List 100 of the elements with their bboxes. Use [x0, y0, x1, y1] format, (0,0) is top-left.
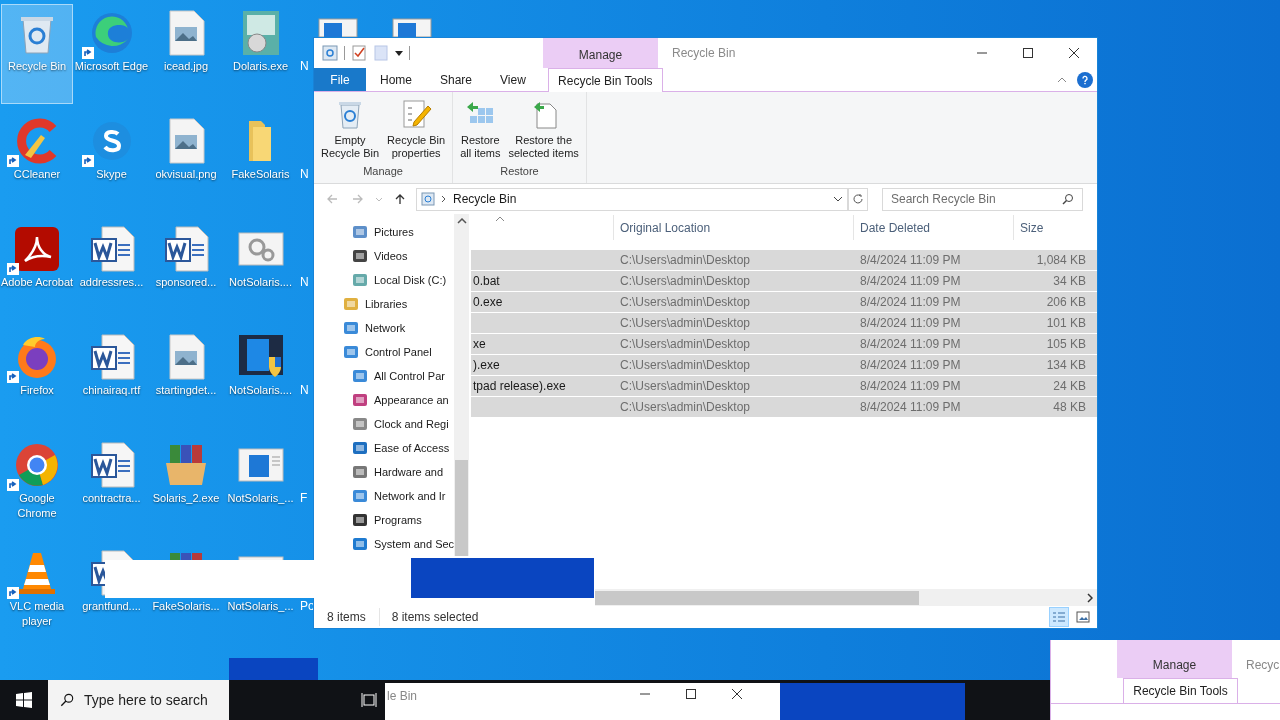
taskbar-search-field[interactable]: Type here to search: [48, 680, 229, 720]
file-row[interactable]: C:\Users\admin\Desktop 8/4/2024 11:09 PM 101 KB: [471, 313, 1097, 334]
file-size: 1,084 KB: [1036, 253, 1086, 267]
recycle-bin-icon: [421, 192, 435, 206]
ribbon-button[interactable]: Recycle Bin properties: [384, 98, 449, 163]
file-row[interactable]: C:\Users\admin\Desktop 8/4/2024 11:09 PM 1,084 KB: [471, 250, 1097, 271]
ribbon-button[interactable]: Restore the selected items: [505, 98, 582, 163]
up-arrow-icon: [394, 193, 406, 205]
scrollbar-thumb[interactable]: [455, 460, 468, 556]
original-location: C:\Users\admin\Desktop: [620, 274, 751, 288]
nav-item[interactable]: Pictures: [314, 220, 454, 244]
large-icons-view-icon: [1076, 611, 1090, 623]
nav-item[interactable]: System and Sec: [314, 532, 454, 556]
chevron-icon: [441, 195, 447, 203]
file-row[interactable]: ).exe C:\Users\admin\Desktop 8/4/2024 11:09 PM 134 KB: [471, 355, 1097, 376]
acrobat-logo-icon: [13, 225, 61, 273]
desktop-icon-label: NotSolaris....: [228, 383, 293, 398]
desktop-icon-label: Dolaris.exe: [232, 59, 289, 74]
caret-icon: [375, 195, 383, 203]
scrollbar-thumb[interactable]: [595, 590, 919, 605]
desktop-icon-label: FakeSolaris...: [151, 599, 221, 614]
nav-item[interactable]: Local Disk (C:): [314, 268, 454, 292]
date-deleted: 8/4/2024 11:09 PM: [860, 316, 961, 330]
file-row[interactable]: 0.exe C:\Users\admin\Desktop 8/4/2024 11:09 PM 206 KB: [471, 292, 1097, 313]
date-deleted: 8/4/2024 11:09 PM: [860, 295, 961, 309]
file-size: 34 KB: [1053, 274, 1086, 288]
column-header[interactable]: Original Location: [613, 215, 853, 240]
desktop-icon-label: CCleaner: [12, 167, 62, 182]
date-deleted: 8/4/2024 11:09 PM: [860, 253, 961, 267]
ribbon-tab[interactable]: File: [314, 68, 366, 91]
desktop-icon-label: icead.jpg: [162, 59, 209, 74]
desktop-icon-label: N: [300, 383, 309, 398]
nav-item[interactable]: Control Panel: [314, 340, 454, 364]
context-tab-header: Manage: [543, 38, 658, 68]
desktop-icon-label: NotSolaris....: [228, 275, 293, 290]
nav-item[interactable]: Appearance an: [314, 388, 454, 412]
nav-item[interactable]: Libraries: [314, 292, 454, 316]
ribbon-button[interactable]: Restore all items: [457, 98, 504, 163]
horizontal-scrollbar[interactable]: [595, 589, 1097, 606]
properties-check-icon: [351, 45, 367, 61]
nav-item[interactable]: Network: [314, 316, 454, 340]
vertical-scrollbar[interactable]: [454, 214, 469, 556]
refresh-icon: [852, 193, 864, 205]
file-row[interactable]: tpad release).exe C:\Users\admin\Desktop 8/4/2024 11:09 PM 24 KB: [471, 376, 1097, 397]
forward-arrow-icon: [352, 193, 364, 205]
ribbon-tab[interactable]: Home: [366, 68, 426, 91]
nav-item[interactable]: All Control Par: [314, 364, 454, 388]
ribbon-button[interactable]: Empty Recycle Bin: [318, 98, 383, 163]
file-size: 24 KB: [1053, 379, 1086, 393]
ribbon-group-label: Manage: [362, 163, 404, 179]
desktop-icon-label: N: [300, 275, 309, 290]
file-size: 105 KB: [1046, 337, 1086, 351]
desktop-icon-label: Adobe Acrobat: [0, 275, 74, 290]
nav-item[interactable]: Programs: [314, 508, 454, 532]
nav-item[interactable]: Hardware and: [314, 460, 454, 484]
windows-logo-icon: [16, 692, 32, 708]
original-location: C:\Users\admin\Desktop: [620, 253, 751, 267]
ribbon-tab[interactable]: Recycle Bin Tools: [1123, 678, 1238, 703]
file-name: tpad release).exe: [473, 379, 566, 393]
back-arrow-icon: [326, 193, 338, 205]
desktop-icon-label: NotSolaris_...: [226, 599, 295, 614]
desktop-icon-label: Firefox: [19, 383, 55, 398]
ribbon-tab[interactable]: Share: [426, 68, 487, 91]
date-deleted: 8/4/2024 11:09 PM: [860, 337, 961, 351]
scroll-right-icon: [1087, 592, 1093, 603]
file-size: 134 KB: [1046, 358, 1086, 372]
desktop-icon-label: Solaris_2.exe: [151, 491, 221, 506]
column-header[interactable]: Date Deleted: [853, 215, 1013, 240]
help-button[interactable]: [1077, 71, 1093, 88]
desktop-icon-label: grantfund....: [81, 599, 142, 614]
selection-count: 8 items selected: [390, 609, 480, 626]
original-location: C:\Users\admin\Desktop: [620, 316, 751, 330]
original-location: C:\Users\admin\Desktop: [620, 400, 751, 414]
file-row[interactable]: xe C:\Users\admin\Desktop 8/4/2024 11:09 PM 105 KB: [471, 334, 1097, 355]
refresh-button[interactable]: [848, 187, 868, 211]
ribbon-tab[interactable]: View: [486, 68, 540, 91]
nav-item[interactable]: Network and Ir: [314, 484, 454, 508]
file-row[interactable]: C:\Users\admin\Desktop 8/4/2024 11:09 PM 48 KB: [471, 397, 1097, 418]
search-input[interactable]: Type here to search: [84, 689, 229, 711]
ribbon-tab[interactable]: Recycle Bin Tools: [547, 68, 663, 92]
caret-button[interactable]: [374, 195, 384, 203]
desktop-icon-label: okvisual.png: [154, 167, 218, 182]
column-header[interactable]: Size: [1013, 215, 1093, 240]
nav-item[interactable]: Videos: [314, 244, 454, 268]
word-document-icon: [162, 225, 210, 273]
search-field[interactable]: Search Recycle Bin: [882, 187, 1083, 211]
file-name: 0.bat: [473, 274, 500, 288]
file-row[interactable]: 0.bat C:\Users\admin\Desktop 8/4/2024 11:09 PM 34 KB: [471, 271, 1097, 292]
search-input[interactable]: Search Recycle Bin: [891, 190, 1062, 208]
search-icon: [60, 692, 74, 708]
original-location: C:\Users\admin\Desktop: [620, 358, 751, 372]
address-path: Recycle Bin: [453, 191, 518, 208]
maximize-icon: [1023, 48, 1033, 58]
desktop-icon-label: Recycle Bin: [6, 59, 68, 74]
desktop-icon-label: sponsored...: [154, 275, 218, 290]
nav-item[interactable]: Ease of Access: [314, 436, 454, 460]
desktop-icon-label: F: [300, 491, 308, 506]
desktop-icon-label: contractra...: [81, 491, 142, 506]
address-bar[interactable]: Recycle Bin: [416, 187, 848, 211]
nav-item[interactable]: Clock and Regi: [314, 412, 454, 436]
